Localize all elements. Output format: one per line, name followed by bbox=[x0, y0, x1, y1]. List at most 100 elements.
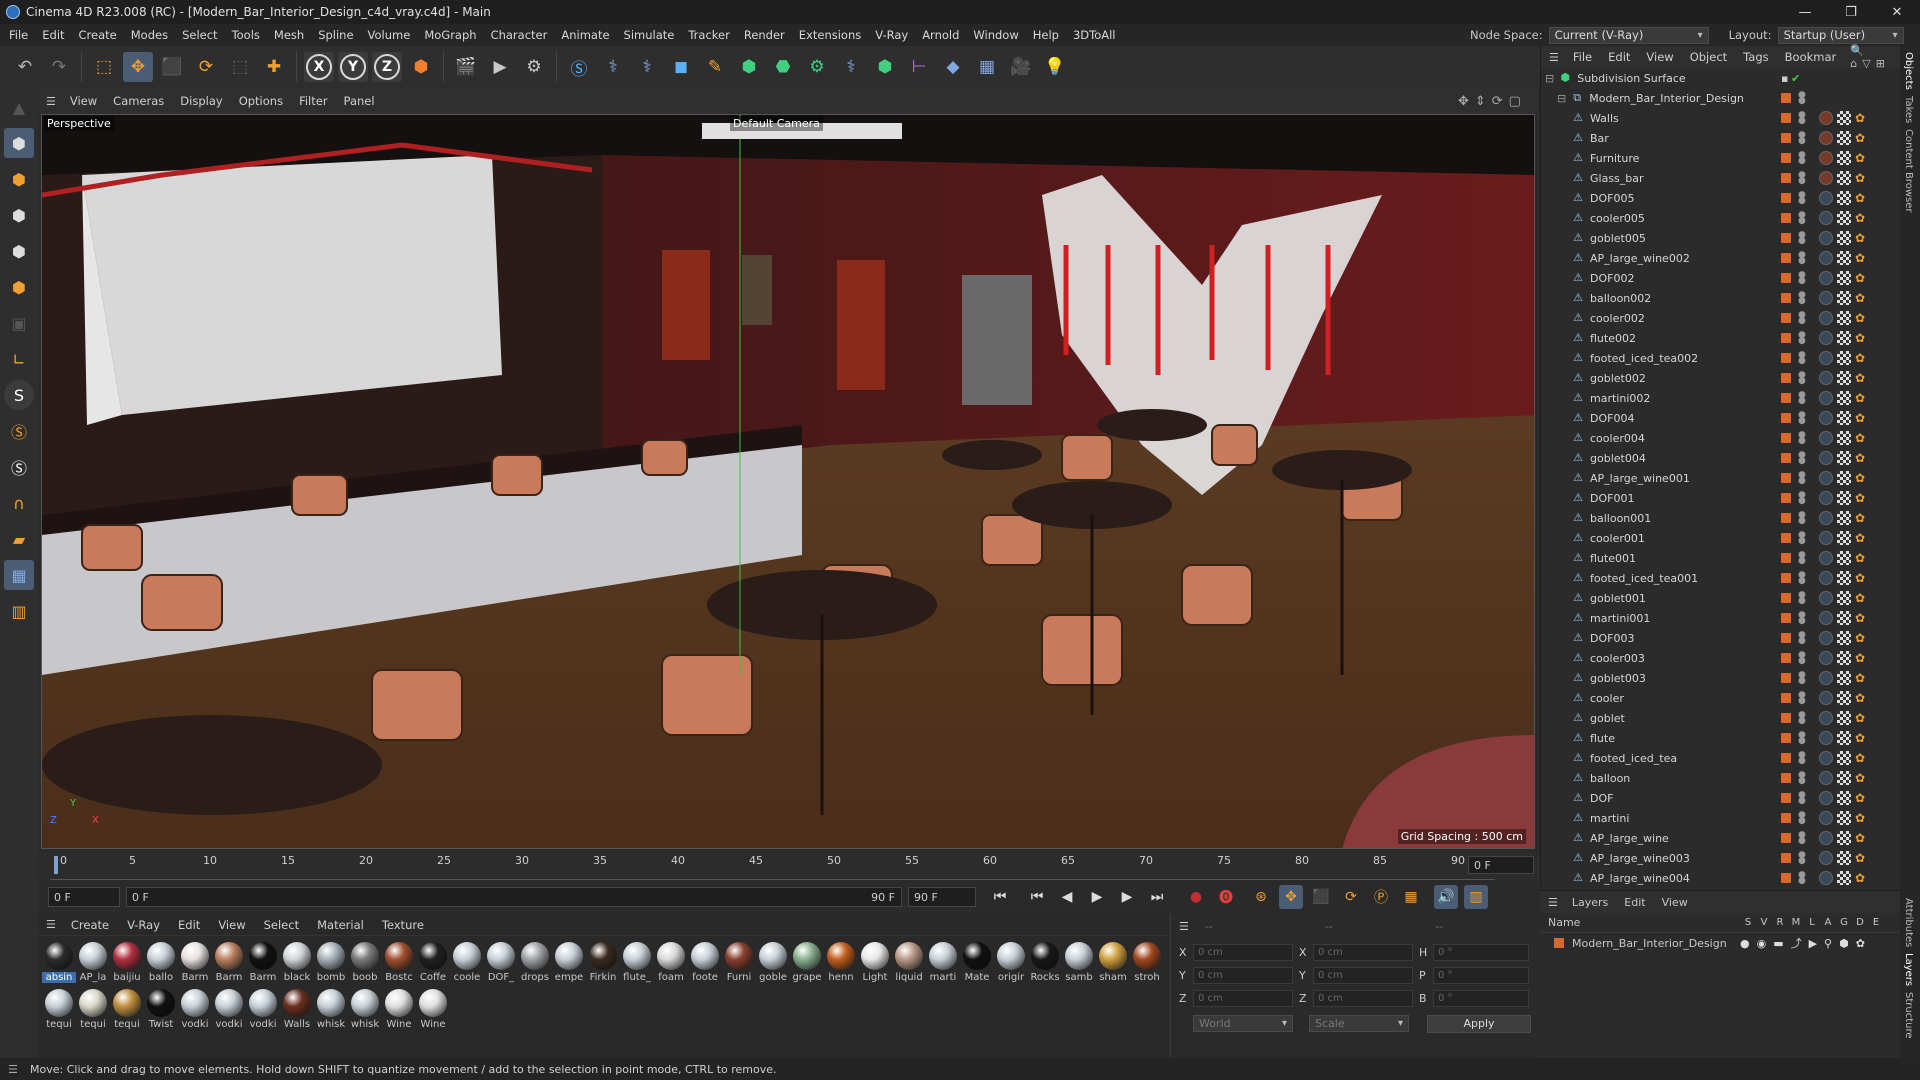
visibility-dots-icon[interactable]: ● ● bbox=[1798, 631, 1806, 646]
material-tag-icon[interactable] bbox=[1819, 371, 1833, 385]
layer-color-swatch[interactable] bbox=[1781, 393, 1791, 403]
key-parameter-icon[interactable]: Ⓟ bbox=[1369, 885, 1393, 909]
viewport-menu-filter[interactable]: Filter bbox=[291, 94, 335, 108]
visibility-dots-icon[interactable]: ● ● bbox=[1798, 271, 1806, 286]
visibility-dots-icon[interactable]: ● ● bbox=[1798, 151, 1806, 166]
rot-b-field[interactable]: 0 ° bbox=[1433, 990, 1529, 1007]
material-swatch[interactable]: goble bbox=[756, 942, 790, 983]
mat-menu-view[interactable]: View bbox=[209, 918, 254, 932]
object-row[interactable]: ⚠ flute002 ● ● ✿ bbox=[1541, 328, 1900, 348]
play-icon[interactable]: ▶ bbox=[1085, 885, 1109, 909]
object-row[interactable]: ⚠ DOF ● ● ✿ bbox=[1541, 788, 1900, 808]
layer-menu-edit[interactable]: Edit bbox=[1616, 896, 1653, 909]
texture-tag-icon[interactable] bbox=[1837, 271, 1851, 285]
deformer-icon[interactable]: ⬢ bbox=[870, 52, 900, 82]
texture-tag-icon[interactable] bbox=[1837, 371, 1851, 385]
python-icon-2[interactable]: ⚕ bbox=[632, 52, 662, 82]
material-swatch[interactable]: foote bbox=[688, 942, 722, 983]
material-swatch[interactable]: Wine bbox=[416, 989, 450, 1030]
start-frame-field[interactable]: 0 F bbox=[48, 887, 120, 907]
menu-window[interactable]: Window bbox=[966, 28, 1025, 42]
material-swatch[interactable]: Rocks bbox=[1028, 942, 1062, 983]
layer-color-swatch[interactable] bbox=[1781, 453, 1791, 463]
texture-tag-icon[interactable] bbox=[1837, 351, 1851, 365]
size-z-field[interactable]: 0 cm bbox=[1313, 990, 1413, 1007]
layer-color-swatch[interactable] bbox=[1781, 593, 1791, 603]
visibility-dots-icon[interactable]: ● ● bbox=[1798, 571, 1806, 586]
live-selection-icon[interactable]: ⬚ bbox=[89, 52, 119, 82]
viewport-navigation-icons[interactable]: ✥⇕⟳▢ bbox=[1458, 94, 1527, 109]
layer-color-swatch[interactable] bbox=[1781, 373, 1791, 383]
layer-color-swatch[interactable] bbox=[1781, 733, 1791, 743]
object-row[interactable]: ⚠ AP_large_wine004 ● ● ✿ bbox=[1541, 868, 1900, 888]
rotate-tool-icon[interactable]: ⟳ bbox=[191, 52, 221, 82]
z-axis-lock-icon[interactable]: Z bbox=[372, 52, 402, 82]
mat-menu-select[interactable]: Select bbox=[255, 918, 308, 932]
material-tag-icon[interactable] bbox=[1819, 111, 1833, 125]
layer-color-swatch[interactable] bbox=[1781, 113, 1791, 123]
object-row[interactable]: ⚠ footed_iced_tea001 ● ● ✿ bbox=[1541, 568, 1900, 588]
mat-menu-texture[interactable]: Texture bbox=[373, 918, 433, 932]
visibility-dots-icon[interactable]: ● ● bbox=[1798, 331, 1806, 346]
material-tag-icon[interactable] bbox=[1819, 191, 1833, 205]
render-picture-viewer-icon[interactable]: ▶ bbox=[485, 52, 515, 82]
material-tag-icon[interactable] bbox=[1819, 351, 1833, 365]
material-swatch[interactable]: whisk bbox=[348, 989, 382, 1030]
layer-color-swatch[interactable] bbox=[1781, 693, 1791, 703]
material-swatch[interactable]: vodki bbox=[178, 989, 212, 1030]
object-row[interactable]: ⚠ AP_large_wine001 ● ● ✿ bbox=[1541, 468, 1900, 488]
material-tag-icon[interactable] bbox=[1819, 811, 1833, 825]
material-swatch[interactable]: AP_la bbox=[76, 942, 110, 983]
texture-tag-icon[interactable] bbox=[1837, 651, 1851, 665]
layer-color-swatch[interactable] bbox=[1781, 773, 1791, 783]
mat-menu-edit[interactable]: Edit bbox=[169, 918, 209, 932]
pen-tool-icon[interactable]: ✎ bbox=[700, 52, 730, 82]
object-row[interactable]: ⚠ cooler004 ● ● ✿ bbox=[1541, 428, 1900, 448]
material-hamburger-icon[interactable]: ☰ bbox=[46, 918, 56, 931]
subdivision-icon[interactable]: ⬢ bbox=[734, 52, 764, 82]
scene-icon[interactable]: ⊢ bbox=[904, 52, 934, 82]
vray-tag-icon[interactable]: ✿ bbox=[1855, 332, 1867, 344]
end-frame-field[interactable]: 90 F bbox=[908, 887, 976, 907]
render-view-icon[interactable]: 🎬 bbox=[451, 52, 481, 82]
layer-color-swatch[interactable] bbox=[1781, 253, 1791, 263]
object-row[interactable]: ⚠ martini ● ● ✿ bbox=[1541, 808, 1900, 828]
texture-tag-icon[interactable] bbox=[1837, 851, 1851, 865]
texture-tag-icon[interactable] bbox=[1837, 171, 1851, 185]
object-row[interactable]: ⚠ footed_iced_tea ● ● ✿ bbox=[1541, 748, 1900, 768]
texture-tag-icon[interactable] bbox=[1837, 691, 1851, 705]
material-tag-icon[interactable] bbox=[1819, 471, 1833, 485]
vray-tag-icon[interactable]: ✿ bbox=[1855, 752, 1867, 764]
visibility-dots-icon[interactable]: ● ● bbox=[1798, 611, 1806, 626]
object-visibility-icon[interactable]: ▪ bbox=[1781, 72, 1788, 85]
layer-color-swatch[interactable] bbox=[1781, 713, 1791, 723]
coords-hamburger-icon[interactable]: ☰ bbox=[1179, 920, 1189, 933]
material-swatch[interactable]: Bostc bbox=[382, 942, 416, 983]
texture-tag-icon[interactable] bbox=[1837, 771, 1851, 785]
tab-structure[interactable]: Structure bbox=[1903, 992, 1914, 1039]
minimize-button[interactable]: — bbox=[1782, 0, 1828, 24]
object-row-group[interactable]: ⊟ ⧉ Modern_Bar_Interior_Design ● ● bbox=[1541, 88, 1900, 108]
menu-character[interactable]: Character bbox=[484, 28, 555, 42]
vray-tag-icon[interactable]: ✿ bbox=[1855, 732, 1867, 744]
material-swatch[interactable]: coole bbox=[450, 942, 484, 983]
x-axis-lock-icon[interactable]: X bbox=[304, 52, 334, 82]
material-tag-icon[interactable] bbox=[1819, 251, 1833, 265]
object-enabled-check-icon[interactable]: ✔ bbox=[1791, 72, 1800, 85]
layer-color-swatch[interactable] bbox=[1781, 673, 1791, 683]
material-tag-icon[interactable] bbox=[1819, 571, 1833, 585]
menu-mograph[interactable]: MoGraph bbox=[417, 28, 483, 42]
mat-menu-create[interactable]: Create bbox=[62, 918, 118, 932]
material-swatch[interactable]: Firkin bbox=[586, 942, 620, 983]
vray-tag-icon[interactable]: ✿ bbox=[1855, 492, 1867, 504]
visibility-dots-icon[interactable]: ● ● bbox=[1798, 311, 1806, 326]
material-tag-icon[interactable] bbox=[1819, 451, 1833, 465]
3d-viewport[interactable]: Perspective Default Camera Grid Spacing … bbox=[41, 114, 1535, 849]
material-swatch[interactable]: Barm bbox=[178, 942, 212, 983]
object-row[interactable]: ⚠ balloon001 ● ● ✿ bbox=[1541, 508, 1900, 528]
visibility-dots-icon[interactable]: ● ● bbox=[1798, 231, 1806, 246]
object-row[interactable]: ⚠ DOF002 ● ● ✿ bbox=[1541, 268, 1900, 288]
obj-menu-edit[interactable]: Edit bbox=[1600, 50, 1638, 64]
layer-color-swatch[interactable] bbox=[1781, 333, 1791, 343]
vray-tag-icon[interactable]: ✿ bbox=[1855, 152, 1867, 164]
